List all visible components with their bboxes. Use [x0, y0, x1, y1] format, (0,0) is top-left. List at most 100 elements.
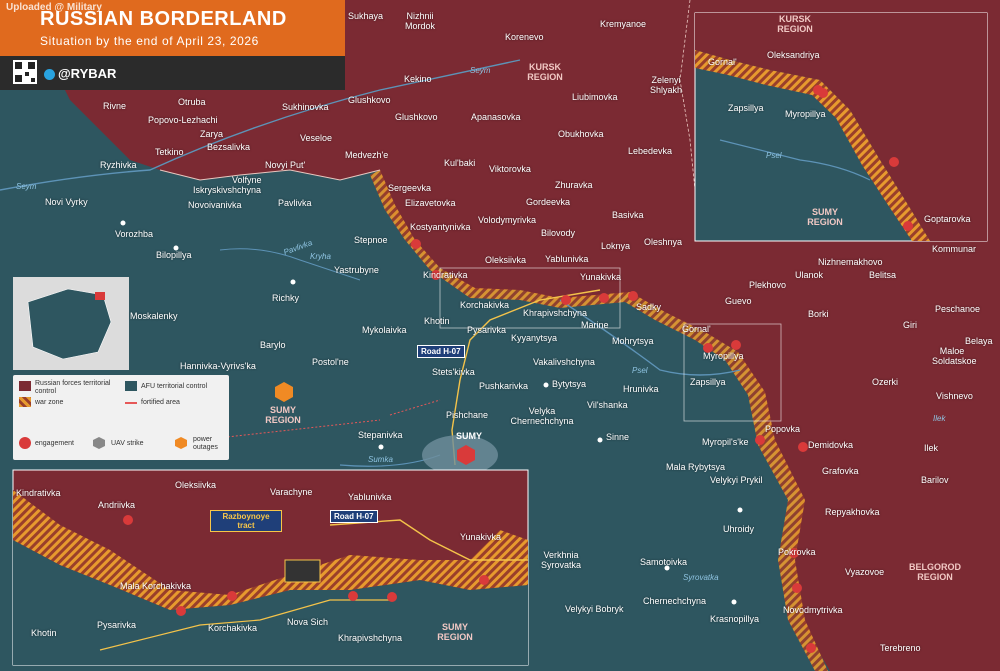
place-label: Ryzhivka — [100, 160, 137, 170]
place-label: Marine — [581, 320, 609, 330]
place-label: Mohrytsya — [612, 336, 654, 346]
inset-place-label: Oleksiivka — [175, 480, 217, 490]
locator-minimap — [13, 277, 129, 370]
place-label: Volfyne — [232, 175, 262, 185]
place-label: Otruba — [178, 97, 206, 107]
place-label: Popovka — [765, 424, 801, 434]
place-label: Zelenyi Shlyakh — [649, 75, 683, 95]
place-label: Hrunivka — [623, 384, 659, 394]
place-label: Ilek — [924, 443, 939, 453]
region-belgorod: BELGOROD REGION — [908, 562, 961, 582]
legend-russian-label: Russian forces territorial control — [35, 380, 111, 395]
inset-place-label: Goptarovka — [924, 214, 971, 224]
place-label: Kyyanytsya — [511, 333, 558, 343]
place-label: Velyka Chernechchyna — [510, 406, 574, 426]
place-label: Hannivka-Vyrivs'ka — [180, 361, 256, 371]
place-label: Bezsalivka — [207, 142, 251, 152]
river-label-ilek: Ilek — [933, 414, 946, 423]
place-label: Pavlivka — [278, 198, 312, 208]
place-label: Sergeevka — [388, 183, 432, 193]
legend-panel: Russian forces territorial control AFU t… — [13, 375, 229, 460]
legend-swatch-afu — [125, 381, 137, 391]
place-label: Sukhinovka — [282, 102, 329, 112]
place-label: Ulanok — [795, 270, 824, 280]
place-label: Bilovody — [541, 228, 576, 238]
inset-river-label-psel: Psel — [766, 151, 782, 160]
place-label: Nizhnii Mordok — [404, 11, 435, 31]
place-label: Sinne — [606, 432, 630, 442]
place-label: Yastrubyne — [334, 265, 379, 275]
place-label: Rivne — [103, 101, 127, 111]
place-label: Mala Rybytsya — [666, 462, 726, 472]
place-label: Chernechchyna — [643, 596, 707, 606]
river-label-syrovatka: Syrovatka — [683, 573, 719, 582]
place-label: Stepnoe — [354, 235, 388, 245]
place-label: Pishchane — [446, 410, 489, 420]
place-label: Borki — [808, 309, 829, 319]
inset-place-label: Gornal' — [708, 57, 737, 67]
place-label: Terebreno — [880, 643, 921, 653]
river-label-sumka: Sumka — [368, 455, 393, 464]
place-label: Mykolaivka — [362, 325, 407, 335]
inset-place-label: Korchakivka — [208, 623, 258, 633]
legend-warzone-label: war zone — [35, 399, 64, 406]
place-label: Novi Vyrky — [45, 197, 88, 207]
place-label: Oleshnya — [644, 237, 683, 247]
telegram-icon[interactable] — [44, 69, 55, 80]
place-label: Zhuravka — [555, 180, 593, 190]
legend-swatch-fortified — [125, 402, 137, 404]
place-label: Guevo — [725, 296, 752, 306]
place-label: Giri — [903, 320, 917, 330]
inset-region-kursk: KURSK REGION — [777, 14, 813, 34]
legend-engagement-label: engagement — [35, 440, 74, 447]
place-label: Barilov — [921, 475, 949, 485]
place-label: Khotin — [424, 316, 450, 326]
inset-place-label: Nova Sich — [287, 617, 329, 627]
inset-place-label: Mala Korchakivka — [120, 581, 192, 591]
place-label: Pysarivka — [467, 325, 507, 335]
place-label: Kul'baki — [444, 158, 476, 168]
place-label: Richky — [272, 293, 300, 303]
place-label: Belaya — [965, 336, 993, 346]
razboynoye-tract-label: Razboynoye tract — [210, 510, 282, 532]
place-label: Uhroidy — [723, 524, 755, 534]
map-title: RUSSIAN BORDERLAND — [40, 8, 287, 30]
place-label: Samotoivka — [640, 557, 688, 567]
place-label: Veseloe — [300, 133, 333, 143]
place-label: Vishnevo — [936, 391, 973, 401]
place-label: Myropil's'ke — [702, 437, 749, 447]
place-label: Postol'ne — [312, 357, 349, 367]
place-label: Novyi Put' — [265, 160, 306, 170]
place-label: Stets'kivka — [432, 367, 475, 377]
place-label: Popovo-Lezhachi — [148, 115, 218, 125]
place-label: Myropillya — [703, 351, 744, 361]
place-label: Stepanivka — [358, 430, 403, 440]
place-label: Ozerki — [872, 377, 899, 387]
place-label: Belitsa — [869, 270, 897, 280]
inset-place-label: Yablunivka — [348, 492, 392, 502]
river-label-kryha: Kryha — [310, 252, 331, 261]
inset-road-h07-label: Road H-07 — [330, 510, 378, 523]
place-label: Gornal' — [682, 324, 711, 334]
legend-uav-label: UAV strike — [111, 440, 144, 447]
river-label-seym-west: Seym — [16, 182, 37, 191]
inset-place-label: Yunakivka — [460, 532, 502, 542]
inset-place-label: Andriivka — [98, 500, 136, 510]
place-label: Kremyanoe — [600, 19, 647, 29]
place-label: Korenevo — [505, 32, 544, 42]
engagement-icon — [19, 437, 31, 449]
place-label: Korchakivka — [460, 300, 510, 310]
inset-bottom-region-sumy: SUMY REGION — [437, 622, 473, 642]
place-label: Zarya — [200, 129, 224, 139]
place-label: Glushkovo — [395, 112, 438, 122]
city-label-sumy: SUMY — [456, 431, 483, 441]
river-label-seym: Seym — [470, 66, 491, 75]
inset-place-label: Pysarivka — [97, 620, 137, 630]
qr-code-icon[interactable] — [13, 60, 37, 84]
channel-handle[interactable]: @RYBAR — [58, 66, 116, 81]
inset-place-label: Khotin — [31, 628, 57, 638]
place-label: Tetkino — [155, 147, 184, 157]
place-label: Elizavetovka — [405, 198, 456, 208]
inset-place-label: Myropillya — [785, 109, 826, 119]
place-label: Velykyi Prykil — [710, 475, 763, 485]
